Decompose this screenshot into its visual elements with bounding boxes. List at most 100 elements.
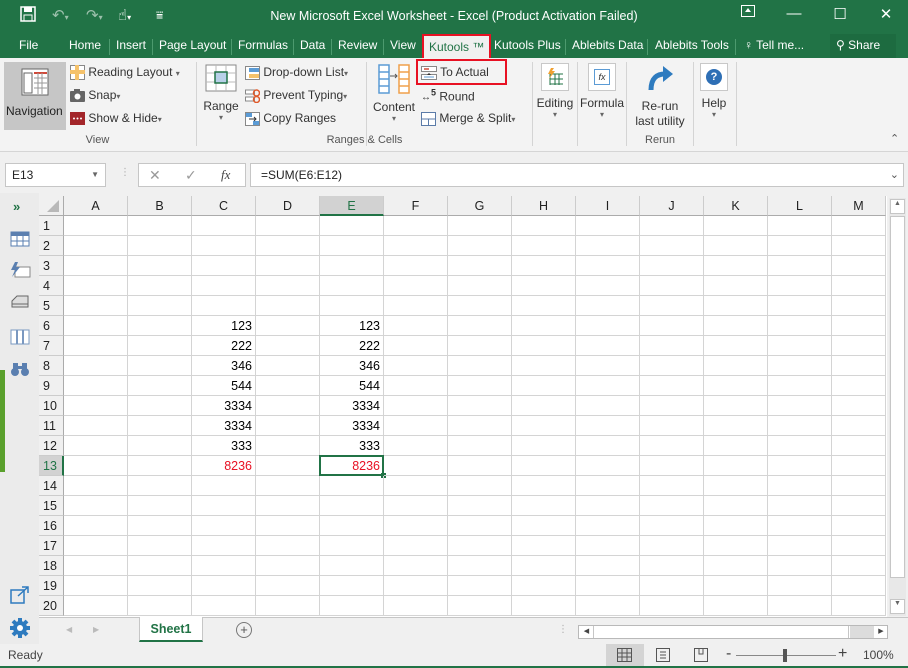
row-header-11[interactable]: 11 [39, 416, 64, 436]
cell-d15[interactable] [256, 496, 320, 516]
cell-b16[interactable] [128, 516, 192, 536]
cell-j17[interactable] [640, 536, 704, 556]
normal-view-button[interactable] [606, 644, 644, 666]
cell-h20[interactable] [512, 596, 576, 616]
cell-l1[interactable] [768, 216, 832, 236]
cell-j16[interactable] [640, 516, 704, 536]
cell-d2[interactable] [256, 236, 320, 256]
cell-c20[interactable] [192, 596, 256, 616]
collapse-ribbon-icon[interactable]: ⌃ [890, 132, 899, 145]
cell-f10[interactable] [384, 396, 448, 416]
cell-l16[interactable] [768, 516, 832, 536]
merge-split-button[interactable]: Merge & Split▾ [421, 111, 515, 126]
cell-d5[interactable] [256, 296, 320, 316]
cell-b4[interactable] [128, 276, 192, 296]
workbook-sheet-icon[interactable] [9, 230, 31, 248]
cell-e6[interactable]: 123 [320, 316, 384, 336]
cell-m7[interactable] [832, 336, 886, 356]
formula-bar-resize-handle[interactable]: ⋮ [120, 167, 130, 178]
cell-i9[interactable] [576, 376, 640, 396]
cell-d10[interactable] [256, 396, 320, 416]
row-header-7[interactable]: 7 [39, 336, 64, 356]
cell-j18[interactable] [640, 556, 704, 576]
name-box[interactable]: E13 ▼ [5, 163, 106, 187]
find-replace-icon[interactable] [9, 360, 31, 378]
tab-review[interactable]: Review [338, 38, 377, 52]
cell-a3[interactable] [64, 256, 128, 276]
cell-f2[interactable] [384, 236, 448, 256]
cell-a11[interactable] [64, 416, 128, 436]
cell-i3[interactable] [576, 256, 640, 276]
cell-g7[interactable] [448, 336, 512, 356]
cell-a14[interactable] [64, 476, 128, 496]
cell-g9[interactable] [448, 376, 512, 396]
tab-formulas[interactable]: Formulas [238, 38, 288, 52]
next-sheet-icon[interactable]: ▶ [93, 625, 99, 634]
column-header-e[interactable]: E [320, 196, 384, 216]
cell-e18[interactable] [320, 556, 384, 576]
cell-g10[interactable] [448, 396, 512, 416]
column-header-i[interactable]: I [576, 196, 640, 216]
cell-f9[interactable] [384, 376, 448, 396]
vertical-scrollbar[interactable]: ▲ ▼ [889, 198, 906, 616]
row-header-2[interactable]: 2 [39, 236, 64, 256]
cell-m16[interactable] [832, 516, 886, 536]
range-button[interactable]: Range ▾ [202, 64, 240, 122]
cell-m18[interactable] [832, 556, 886, 576]
cell-c1[interactable] [192, 216, 256, 236]
cell-m15[interactable] [832, 496, 886, 516]
cell-j15[interactable] [640, 496, 704, 516]
cell-c11[interactable]: 3334 [192, 416, 256, 436]
cell-g8[interactable] [448, 356, 512, 376]
row-header-5[interactable]: 5 [39, 296, 64, 316]
tab-page-layout[interactable]: Page Layout [159, 38, 226, 52]
cell-a16[interactable] [64, 516, 128, 536]
cell-m3[interactable] [832, 256, 886, 276]
formula-input[interactable]: =SUM(E6:E12) ⌄ [250, 163, 904, 187]
cell-l4[interactable] [768, 276, 832, 296]
cell-i1[interactable] [576, 216, 640, 236]
cell-h19[interactable] [512, 576, 576, 596]
cell-e11[interactable]: 3334 [320, 416, 384, 436]
cell-c2[interactable] [192, 236, 256, 256]
cell-i10[interactable] [576, 396, 640, 416]
column-header-c[interactable]: C [192, 196, 256, 216]
cell-a20[interactable] [64, 596, 128, 616]
tab-view[interactable]: View [390, 38, 416, 52]
cell-a15[interactable] [64, 496, 128, 516]
cell-m17[interactable] [832, 536, 886, 556]
cell-a10[interactable] [64, 396, 128, 416]
cell-k1[interactable] [704, 216, 768, 236]
cell-a6[interactable] [64, 316, 128, 336]
cell-j1[interactable] [640, 216, 704, 236]
share-button[interactable]: ⚲ Share [830, 34, 896, 58]
cell-c8[interactable]: 346 [192, 356, 256, 376]
ribbon-display-options-icon[interactable] [733, 5, 763, 20]
column-list-icon[interactable] [9, 328, 31, 346]
cell-k7[interactable] [704, 336, 768, 356]
cell-j12[interactable] [640, 436, 704, 456]
minimize-button[interactable]: — [779, 5, 809, 22]
cell-d7[interactable] [256, 336, 320, 356]
tab-ablebits-tools[interactable]: Ablebits Tools [655, 38, 729, 52]
cell-b7[interactable] [128, 336, 192, 356]
row-header-14[interactable]: 14 [39, 476, 64, 496]
cell-a18[interactable] [64, 556, 128, 576]
cell-b18[interactable] [128, 556, 192, 576]
cell-e19[interactable] [320, 576, 384, 596]
column-header-k[interactable]: K [704, 196, 768, 216]
cell-b19[interactable] [128, 576, 192, 596]
scroll-left-button[interactable]: ◀ [580, 627, 593, 637]
cell-k19[interactable] [704, 576, 768, 596]
cell-c4[interactable] [192, 276, 256, 296]
cell-b14[interactable] [128, 476, 192, 496]
cell-e15[interactable] [320, 496, 384, 516]
navigation-button[interactable]: Navigation [4, 62, 66, 130]
cell-k17[interactable] [704, 536, 768, 556]
prevent-typing-button[interactable]: Prevent Typing▾ [245, 88, 347, 103]
cell-d12[interactable] [256, 436, 320, 456]
cell-k3[interactable] [704, 256, 768, 276]
column-header-m[interactable]: M [832, 196, 886, 216]
cell-l20[interactable] [768, 596, 832, 616]
zoom-in-button[interactable]: + [838, 645, 847, 663]
